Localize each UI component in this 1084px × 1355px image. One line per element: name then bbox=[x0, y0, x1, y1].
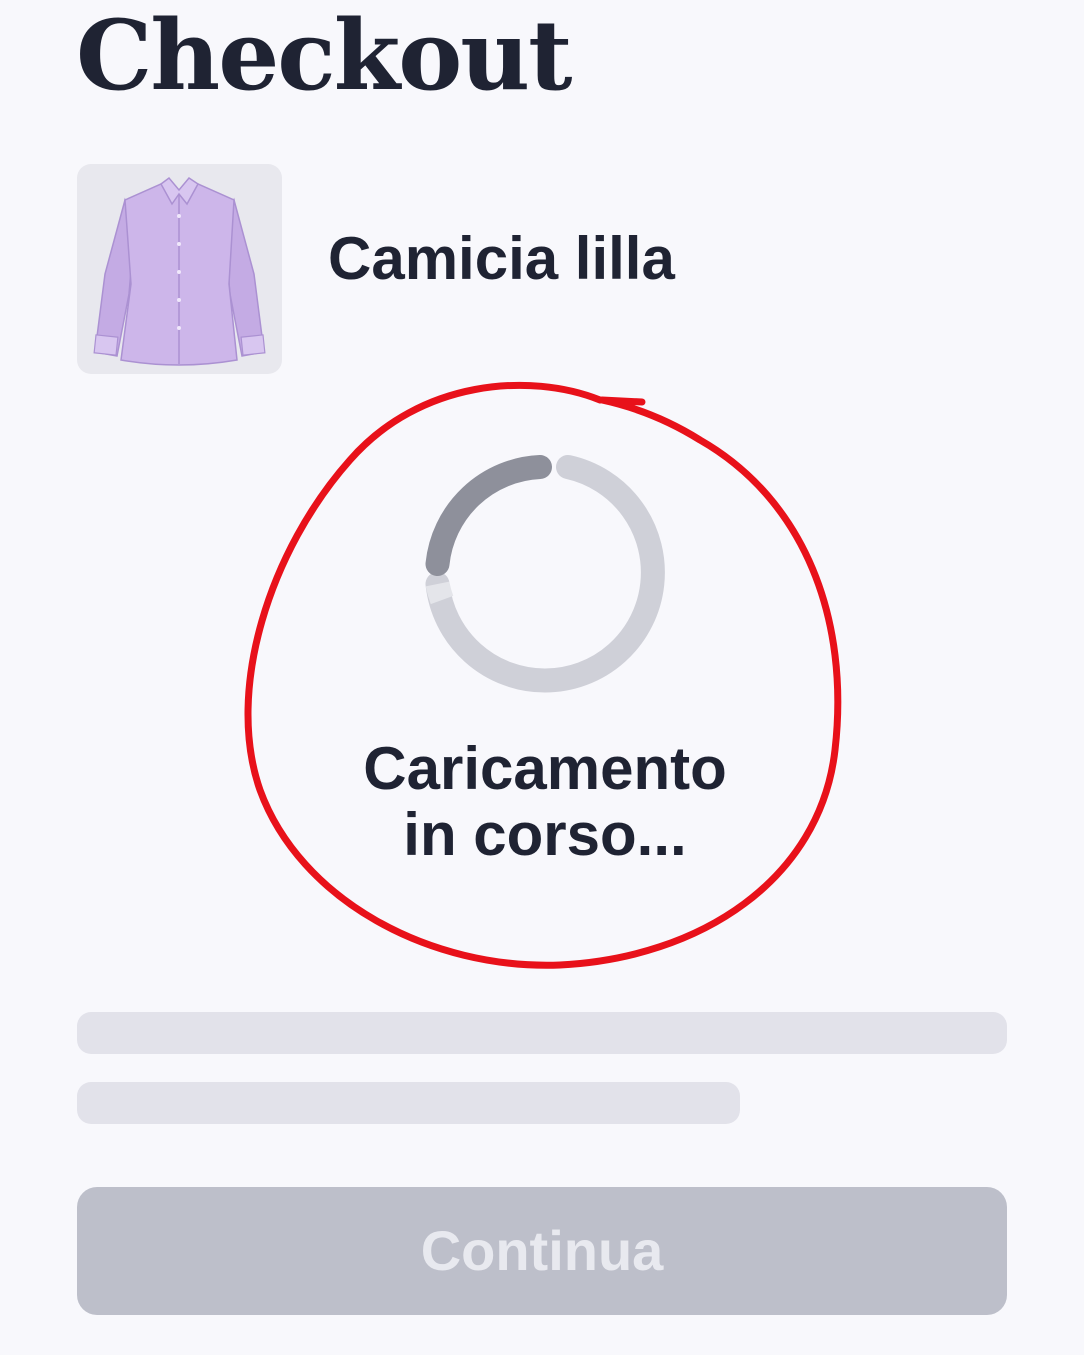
skeleton-line bbox=[77, 1082, 740, 1124]
skeleton-line bbox=[77, 1012, 1007, 1054]
product-name: Camicia lilla bbox=[328, 225, 675, 292]
shirt-image-icon bbox=[93, 176, 266, 366]
page-title: Checkout bbox=[76, 0, 572, 112]
loading-text-line-1: Caricamento bbox=[363, 735, 727, 802]
loading-text-line-2: in corso... bbox=[403, 801, 687, 868]
loading-text: Caricamento in corso... bbox=[230, 736, 860, 868]
continue-button[interactable]: Continua bbox=[77, 1187, 1007, 1315]
loading-indicator: Caricamento in corso... bbox=[230, 370, 860, 980]
product-image bbox=[77, 164, 282, 374]
loading-spinner-icon bbox=[425, 455, 665, 693]
